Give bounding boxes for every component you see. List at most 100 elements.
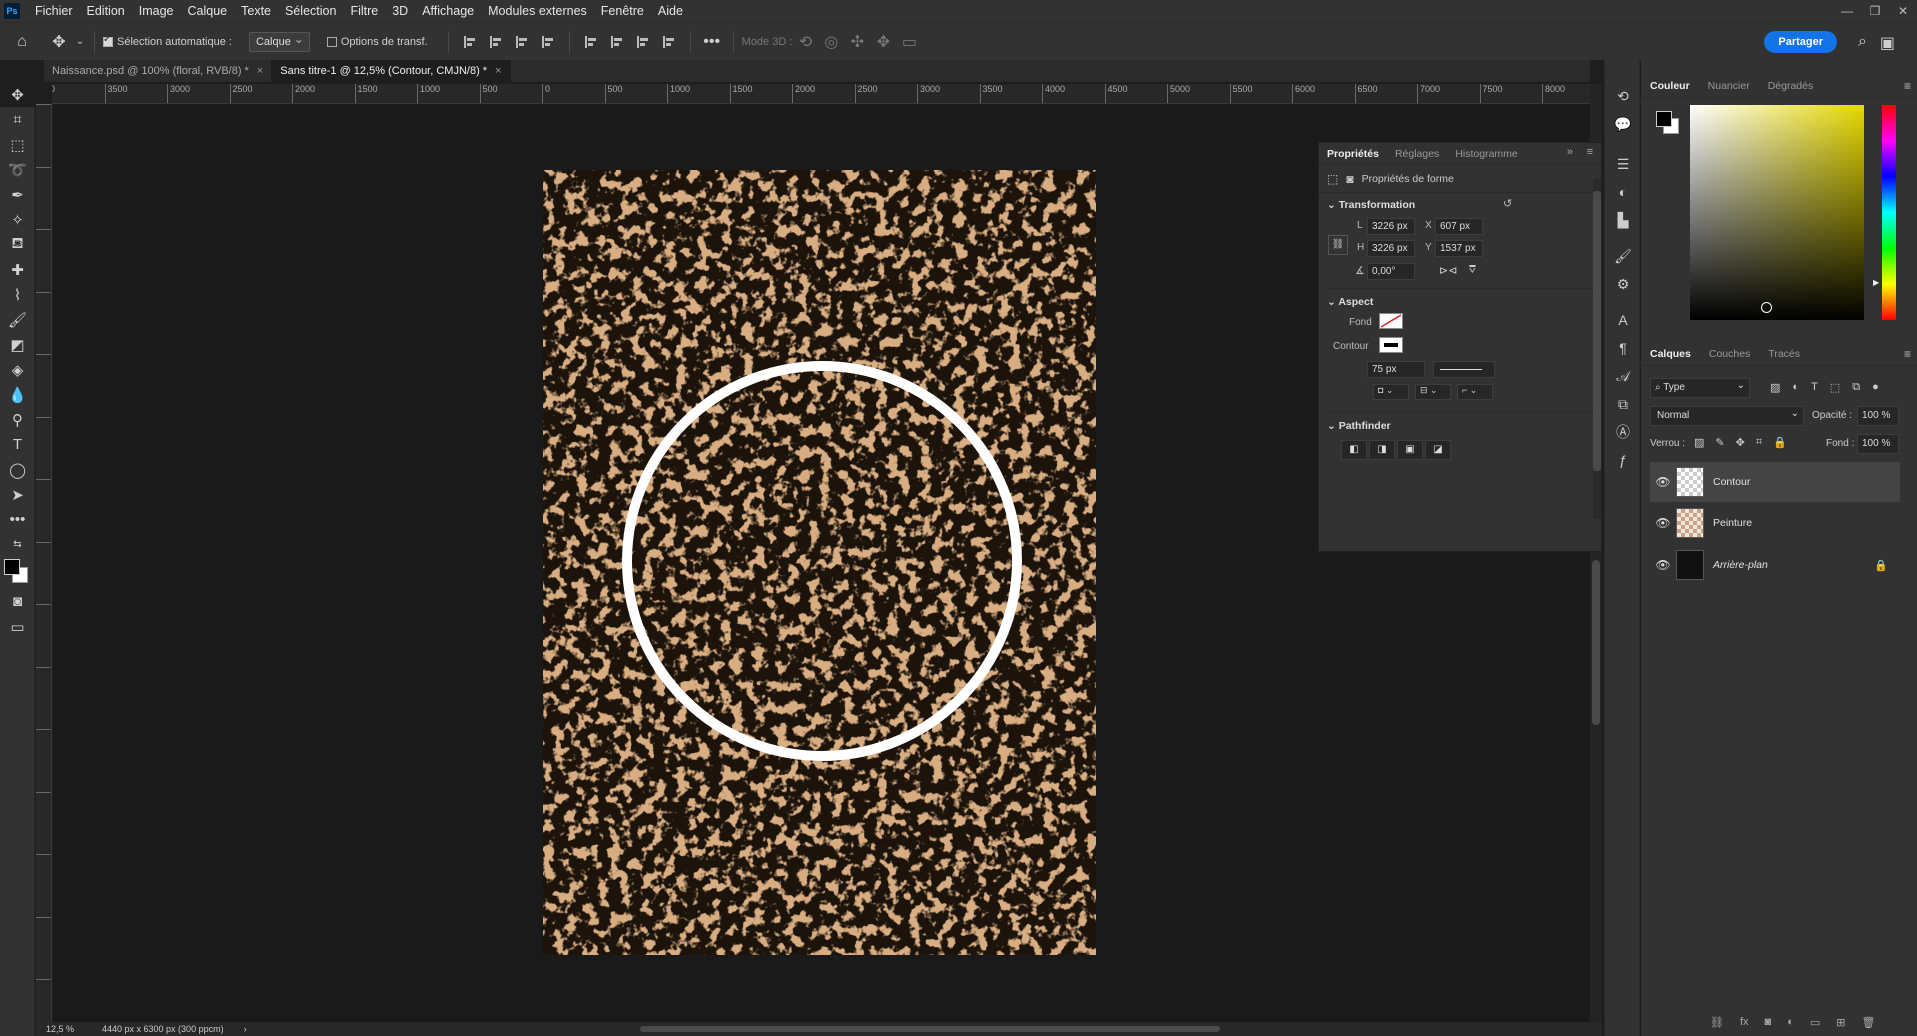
- tab-calques[interactable]: Calques: [1641, 348, 1700, 360]
- tab-reglages[interactable]: Réglages: [1387, 148, 1447, 160]
- horizontal-scroll-thumb[interactable]: [640, 1026, 1220, 1032]
- vertical-scroll-thumb[interactable]: [1592, 560, 1600, 725]
- visibility-eye-icon[interactable]: 👁: [1650, 475, 1676, 489]
- tab-couleur[interactable]: Couleur: [1641, 80, 1699, 92]
- quick-mask-icon[interactable]: ◙: [0, 589, 35, 614]
- align-right-icon[interactable]: [515, 35, 528, 48]
- paint-bucket-icon[interactable]: ◈: [0, 357, 35, 382]
- add-mask-icon[interactable]: ◙: [1765, 1016, 1772, 1029]
- menu-filtre[interactable]: Filtre: [343, 0, 385, 22]
- visibility-eye-icon[interactable]: 👁: [1650, 558, 1676, 572]
- glyphs-icon[interactable]: 𝒜: [1605, 362, 1641, 390]
- auto-select-dropdown[interactable]: Calque: [248, 30, 310, 52]
- lock-artboard-icon[interactable]: ⌗: [1756, 436, 1762, 449]
- fill-swatch-none[interactable]: [1379, 313, 1403, 329]
- pathfinder-label[interactable]: ⌄ Pathfinder: [1319, 420, 1391, 432]
- close-icon[interactable]: ×: [495, 65, 501, 77]
- menu-calque[interactable]: Calque: [181, 0, 235, 22]
- delete-layer-icon[interactable]: 🗑: [1861, 1016, 1875, 1029]
- filter-toggle-icon[interactable]: ●: [1872, 381, 1879, 394]
- close-window-icon[interactable]: ✕: [1889, 0, 1917, 22]
- align-bottom-icon[interactable]: [636, 35, 649, 48]
- panel-menu-icon[interactable]: ≡: [1587, 146, 1593, 158]
- color-picker-handle[interactable]: [1761, 302, 1772, 313]
- drag-3d-icon[interactable]: ✣: [844, 32, 870, 52]
- slide-3d-icon[interactable]: ✥: [870, 32, 896, 52]
- lock-image-icon[interactable]: ✎: [1715, 436, 1724, 449]
- chevron-down-icon[interactable]: ⌄: [74, 36, 86, 47]
- transformation-label[interactable]: ⌄ Transformation: [1319, 199, 1415, 211]
- hue-slider-handle-icon[interactable]: ▶: [1873, 278, 1879, 287]
- more-tools-icon[interactable]: •••: [0, 507, 35, 532]
- lock-icon[interactable]: 🔒: [1874, 559, 1888, 572]
- new-adjustment-icon[interactable]: ◐: [1787, 1016, 1794, 1029]
- tab-proprietes[interactable]: Propriétés: [1319, 148, 1387, 160]
- workspace-icon[interactable]: ▣: [1880, 33, 1895, 53]
- paragraph-icon[interactable]: ¶: [1605, 334, 1641, 362]
- move-tool-icon[interactable]: ✥: [44, 32, 74, 52]
- menu-selection[interactable]: Sélection: [278, 0, 343, 22]
- menu-texte[interactable]: Texte: [234, 0, 278, 22]
- menu-image[interactable]: Image: [132, 0, 181, 22]
- unite-shapes-icon[interactable]: ◧: [1341, 440, 1367, 460]
- lock-all-icon[interactable]: 🔒: [1773, 436, 1787, 449]
- camera-3d-icon[interactable]: ▭: [896, 32, 922, 52]
- lock-position-icon[interactable]: ✥: [1736, 436, 1745, 449]
- fx-icon[interactable]: fx: [1740, 1016, 1749, 1029]
- healing-brush-icon[interactable]: ✚: [0, 257, 35, 282]
- layer-name[interactable]: Contour: [1713, 476, 1750, 488]
- filter-pixel-icon[interactable]: ▨: [1770, 381, 1780, 394]
- visibility-eye-icon[interactable]: 👁: [1650, 516, 1676, 530]
- swap-colors-icon[interactable]: ⇆: [0, 532, 35, 557]
- roll-3d-icon[interactable]: ◎: [818, 32, 844, 52]
- styles-fx-icon[interactable]: ƒ: [1605, 446, 1641, 474]
- screen-mode-icon[interactable]: ▭: [0, 614, 35, 639]
- pen-tool-icon[interactable]: ✒: [0, 182, 35, 207]
- layer-row-peinture[interactable]: 👁 Peinture: [1650, 503, 1900, 543]
- character-icon[interactable]: A: [1605, 306, 1641, 334]
- contour-circle[interactable]: [622, 361, 1022, 761]
- layer-row-arriere-plan[interactable]: 👁 Arrière-plan 🔒: [1650, 545, 1900, 585]
- stroke-caps-dropdown[interactable]: ⊟ ⌄: [1415, 384, 1451, 400]
- brushes-icon[interactable]: 🖌: [1605, 242, 1641, 270]
- layer-name[interactable]: Peinture: [1713, 517, 1752, 529]
- new-layer-icon[interactable]: ⊞: [1836, 1016, 1845, 1029]
- menu-3d[interactable]: 3D: [385, 0, 415, 22]
- minimize-icon[interactable]: —: [1833, 0, 1861, 22]
- filter-adjustment-icon[interactable]: ◐: [1792, 381, 1799, 394]
- foreground-color[interactable]: [1656, 111, 1672, 127]
- comments-icon[interactable]: 💬: [1605, 110, 1641, 138]
- fill-field[interactable]: 100 %: [1857, 434, 1899, 454]
- collapse-panel-icon[interactable]: »: [1567, 146, 1573, 158]
- menu-affichage[interactable]: Affichage: [415, 0, 481, 22]
- share-button[interactable]: Partager: [1764, 31, 1837, 53]
- adjustments-icon[interactable]: ◐: [1605, 178, 1641, 206]
- shape-transform-icon[interactable]: ⬚: [1327, 172, 1338, 186]
- link-icon[interactable]: ⛓: [1328, 235, 1348, 255]
- eraser-tool-icon[interactable]: ◩: [0, 332, 35, 357]
- distribute-horizontal-icon[interactable]: [662, 35, 675, 48]
- link-layers-icon[interactable]: ⛓: [1710, 1016, 1724, 1029]
- search-icon[interactable]: ⌕: [1858, 33, 1867, 51]
- filter-smart-object-icon[interactable]: ⧉: [1852, 381, 1860, 394]
- menu-edition[interactable]: Edition: [80, 0, 132, 22]
- hue-slider[interactable]: [1882, 105, 1896, 320]
- zoom-level[interactable]: 12,5 %: [36, 1024, 86, 1034]
- filter-shape-icon[interactable]: ⬚: [1830, 381, 1840, 394]
- lasso-tool-icon[interactable]: ➰: [0, 157, 35, 182]
- more-options-icon[interactable]: •••: [699, 33, 725, 51]
- reset-icon[interactable]: ↺: [1503, 197, 1512, 210]
- eyedropper-icon[interactable]: ⌇: [0, 282, 35, 307]
- height-field[interactable]: 3226 px: [1367, 240, 1415, 257]
- width-field[interactable]: 3226 px: [1367, 218, 1415, 235]
- marquee-tool-icon[interactable]: ⬚: [0, 132, 35, 157]
- stroke-corners-dropdown[interactable]: ⌐ ⌄: [1457, 384, 1493, 400]
- tab-degrades[interactable]: Dégradés: [1759, 80, 1823, 92]
- tab-sans-titre[interactable]: Sans titre-1 @ 12,5% (Contour, CMJN/8) *…: [272, 60, 511, 82]
- brush-tool-icon[interactable]: 🖌: [0, 307, 35, 332]
- orbit-3d-icon[interactable]: ⟲: [792, 32, 818, 52]
- menu-fenetre[interactable]: Fenêtre: [594, 0, 651, 22]
- new-group-icon[interactable]: ▭: [1810, 1016, 1820, 1029]
- align-middle-icon[interactable]: [610, 35, 623, 48]
- x-field[interactable]: 607 px: [1435, 218, 1483, 235]
